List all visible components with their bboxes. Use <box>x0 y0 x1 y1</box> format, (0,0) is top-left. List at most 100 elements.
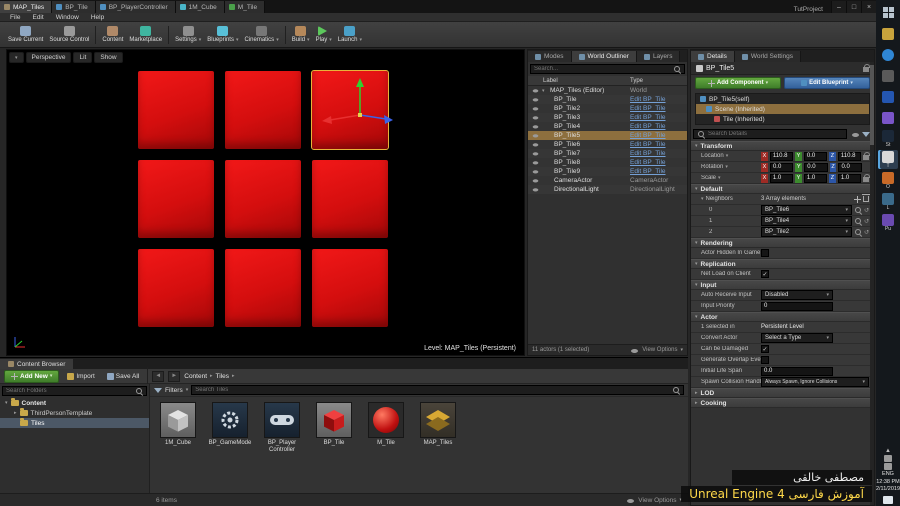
browse-asset-icon[interactable] <box>854 217 862 225</box>
reset-icon[interactable]: ↺ <box>864 207 869 214</box>
doc-tab-1m-cube[interactable]: 1M_Cube <box>175 1 225 13</box>
lock-icon[interactable] <box>863 152 870 160</box>
tab-content-browser[interactable]: Content Browser <box>0 359 74 369</box>
scale-x-field[interactable]: 1.0 <box>769 173 793 183</box>
clock-date[interactable]: 2/11/2019 <box>876 486 900 493</box>
menu-edit[interactable]: Edit <box>26 14 49 21</box>
tile-actor[interactable] <box>225 160 301 238</box>
taskbar-app-orange[interactable]: O <box>878 171 898 190</box>
section-actor[interactable]: ▾ Actor <box>691 312 874 322</box>
folder-content[interactable]: ▾ Content <box>0 398 149 408</box>
filters-button[interactable]: Filters <box>165 387 183 394</box>
generate-overlap-checkbox[interactable] <box>761 356 769 364</box>
doc-tab-bp-playercontroller[interactable]: BP_PlayerController <box>95 1 176 13</box>
outliner-row[interactable]: DirectionalLight DirectionalLight <box>528 185 687 194</box>
tile-actor[interactable] <box>225 71 301 149</box>
add-component-button[interactable]: Add Component ▾ <box>695 77 781 89</box>
visibility-eye-icon[interactable] <box>532 133 539 139</box>
camera-mode-button[interactable]: Perspective <box>25 52 72 63</box>
spawn-collision-dropdown[interactable]: Always Spawn, Ignore Collisions ▾ <box>761 377 869 387</box>
actor-name[interactable]: BP_Tile5 <box>706 65 860 72</box>
asset-bp-tile[interactable]: BP_Tile <box>312 402 356 454</box>
folder-search-input[interactable] <box>6 388 132 394</box>
section-replication[interactable]: ▾ Replication <box>691 259 874 269</box>
visibility-eye-icon[interactable] <box>532 178 539 184</box>
tab-world-outliner[interactable]: World Outliner <box>571 51 637 62</box>
blueprints-button[interactable]: Blueprints ▾ <box>207 26 239 43</box>
net-load-checkbox[interactable] <box>761 270 769 278</box>
outliner-row-world[interactable]: ▾ MAP_Tiles (Editor) World <box>528 86 687 95</box>
section-default[interactable]: ▾ Default <box>691 184 874 194</box>
start-button[interactable] <box>878 3 898 22</box>
auto-receive-input-dropdown[interactable]: Disabled ▾ <box>761 290 833 300</box>
neighbor-2-dropdown[interactable]: BP_Tile2 ▾ <box>761 227 852 237</box>
doc-tab-m-tile[interactable]: M_Tile <box>224 1 266 13</box>
neighbor-1-dropdown[interactable]: BP_Tile4 ▾ <box>761 216 852 226</box>
outliner-row[interactable]: BP_Tile2 Edit BP_Tile <box>528 104 687 113</box>
taskbar-app-folder[interactable] <box>878 66 898 85</box>
visibility-eye-icon[interactable] <box>532 151 539 157</box>
edit-blueprint-link[interactable]: Edit BP_Tile <box>630 168 684 175</box>
section-transform[interactable]: ▾ Transform <box>691 141 874 151</box>
hidden-icons-chevron[interactable]: ▲ <box>885 448 891 454</box>
menu-window[interactable]: Window <box>50 14 85 21</box>
viewport-options-button[interactable]: ▾ <box>9 52 24 63</box>
actor-hidden-checkbox[interactable] <box>761 249 769 257</box>
tile-actor-selected[interactable] <box>311 70 393 150</box>
tile-actor[interactable] <box>138 160 214 238</box>
volume-icon[interactable] <box>884 463 892 471</box>
neighbor-0-dropdown[interactable]: BP_Tile6 ▾ <box>761 205 852 215</box>
outliner-row[interactable]: BP_Tile6 Edit BP_Tile <box>528 140 687 149</box>
edit-blueprint-link[interactable]: Edit BP_Tile <box>630 123 684 130</box>
visibility-eye-icon[interactable] <box>532 106 539 112</box>
launch-button[interactable]: Launch ▾ <box>338 26 362 43</box>
visibility-eye-icon[interactable] <box>532 124 539 130</box>
visibility-eye-icon[interactable] <box>532 115 539 121</box>
tile-actor[interactable] <box>138 249 214 327</box>
doc-tab-map-tiles[interactable]: MAP_Tiles <box>0 1 53 13</box>
asset-search-input[interactable] <box>195 387 669 393</box>
outliner-row[interactable]: CameraActor CameraActor <box>528 176 687 185</box>
outliner-search-input[interactable] <box>534 66 670 72</box>
asset-map-tiles[interactable]: MAP_Tiles <box>416 402 460 454</box>
tab-world-settings[interactable]: World Settings <box>734 51 802 62</box>
filter-funnel-icon[interactable] <box>862 131 870 137</box>
view-options-button[interactable]: View Options <box>638 497 676 504</box>
viewport-panel[interactable]: ▾ Perspective Lit Show Level: MAP_Tiles … <box>6 49 525 356</box>
taskbar-app-browser[interactable] <box>878 45 898 64</box>
settings-button[interactable]: Settings ▾ <box>175 26 201 43</box>
forward-button[interactable]: ► <box>168 370 181 382</box>
taskbar-app-file-explorer[interactable] <box>878 24 898 43</box>
content-button[interactable]: Content <box>102 26 123 43</box>
location-y-field[interactable]: 0.0 <box>803 151 827 161</box>
section-cooking[interactable]: ▸ Cooking <box>691 398 874 408</box>
show-menu-button[interactable]: Show <box>94 52 123 63</box>
taskbar-app-steam[interactable]: St <box>878 129 898 148</box>
doc-tab-bp-tile[interactable]: BP_Tile <box>52 1 96 13</box>
lock-icon[interactable] <box>863 174 870 182</box>
visibility-eye-icon[interactable] <box>532 160 539 166</box>
cinematics-button[interactable]: Cinematics ▾ <box>245 26 279 43</box>
visibility-eye-icon[interactable] <box>532 97 539 103</box>
tab-layers[interactable]: Layers <box>636 51 681 62</box>
rotation-y-field[interactable]: 0.0 <box>804 162 828 172</box>
play-button[interactable]: Play ▾ <box>316 26 332 43</box>
edit-blueprint-link[interactable]: Edit BP_Tile <box>630 132 684 139</box>
details-scrollbar[interactable] <box>870 62 874 505</box>
taskbar-app-purple[interactable] <box>878 108 898 127</box>
marketplace-button[interactable]: Marketplace <box>129 26 162 43</box>
edit-blueprint-link[interactable]: Edit BP_Tile <box>630 150 684 157</box>
expander-caret-icon[interactable]: ▾ <box>542 88 548 94</box>
reset-icon[interactable]: ↺ <box>864 218 869 225</box>
back-button[interactable]: ◄ <box>152 370 165 382</box>
tile-actor[interactable] <box>312 249 388 327</box>
clock-time[interactable]: 12:38 PM <box>876 479 900 486</box>
input-priority-field[interactable]: 0 <box>761 301 833 311</box>
outliner-row-selected[interactable]: BP_Tile5 Edit BP_Tile <box>528 131 687 140</box>
action-center-icon[interactable] <box>883 496 893 504</box>
network-icon[interactable] <box>884 455 892 463</box>
property-visibility-icon[interactable] <box>851 131 860 138</box>
add-array-element-icon[interactable] <box>854 195 861 203</box>
tile-actor[interactable] <box>225 249 301 327</box>
can-be-damaged-checkbox[interactable] <box>761 345 769 353</box>
